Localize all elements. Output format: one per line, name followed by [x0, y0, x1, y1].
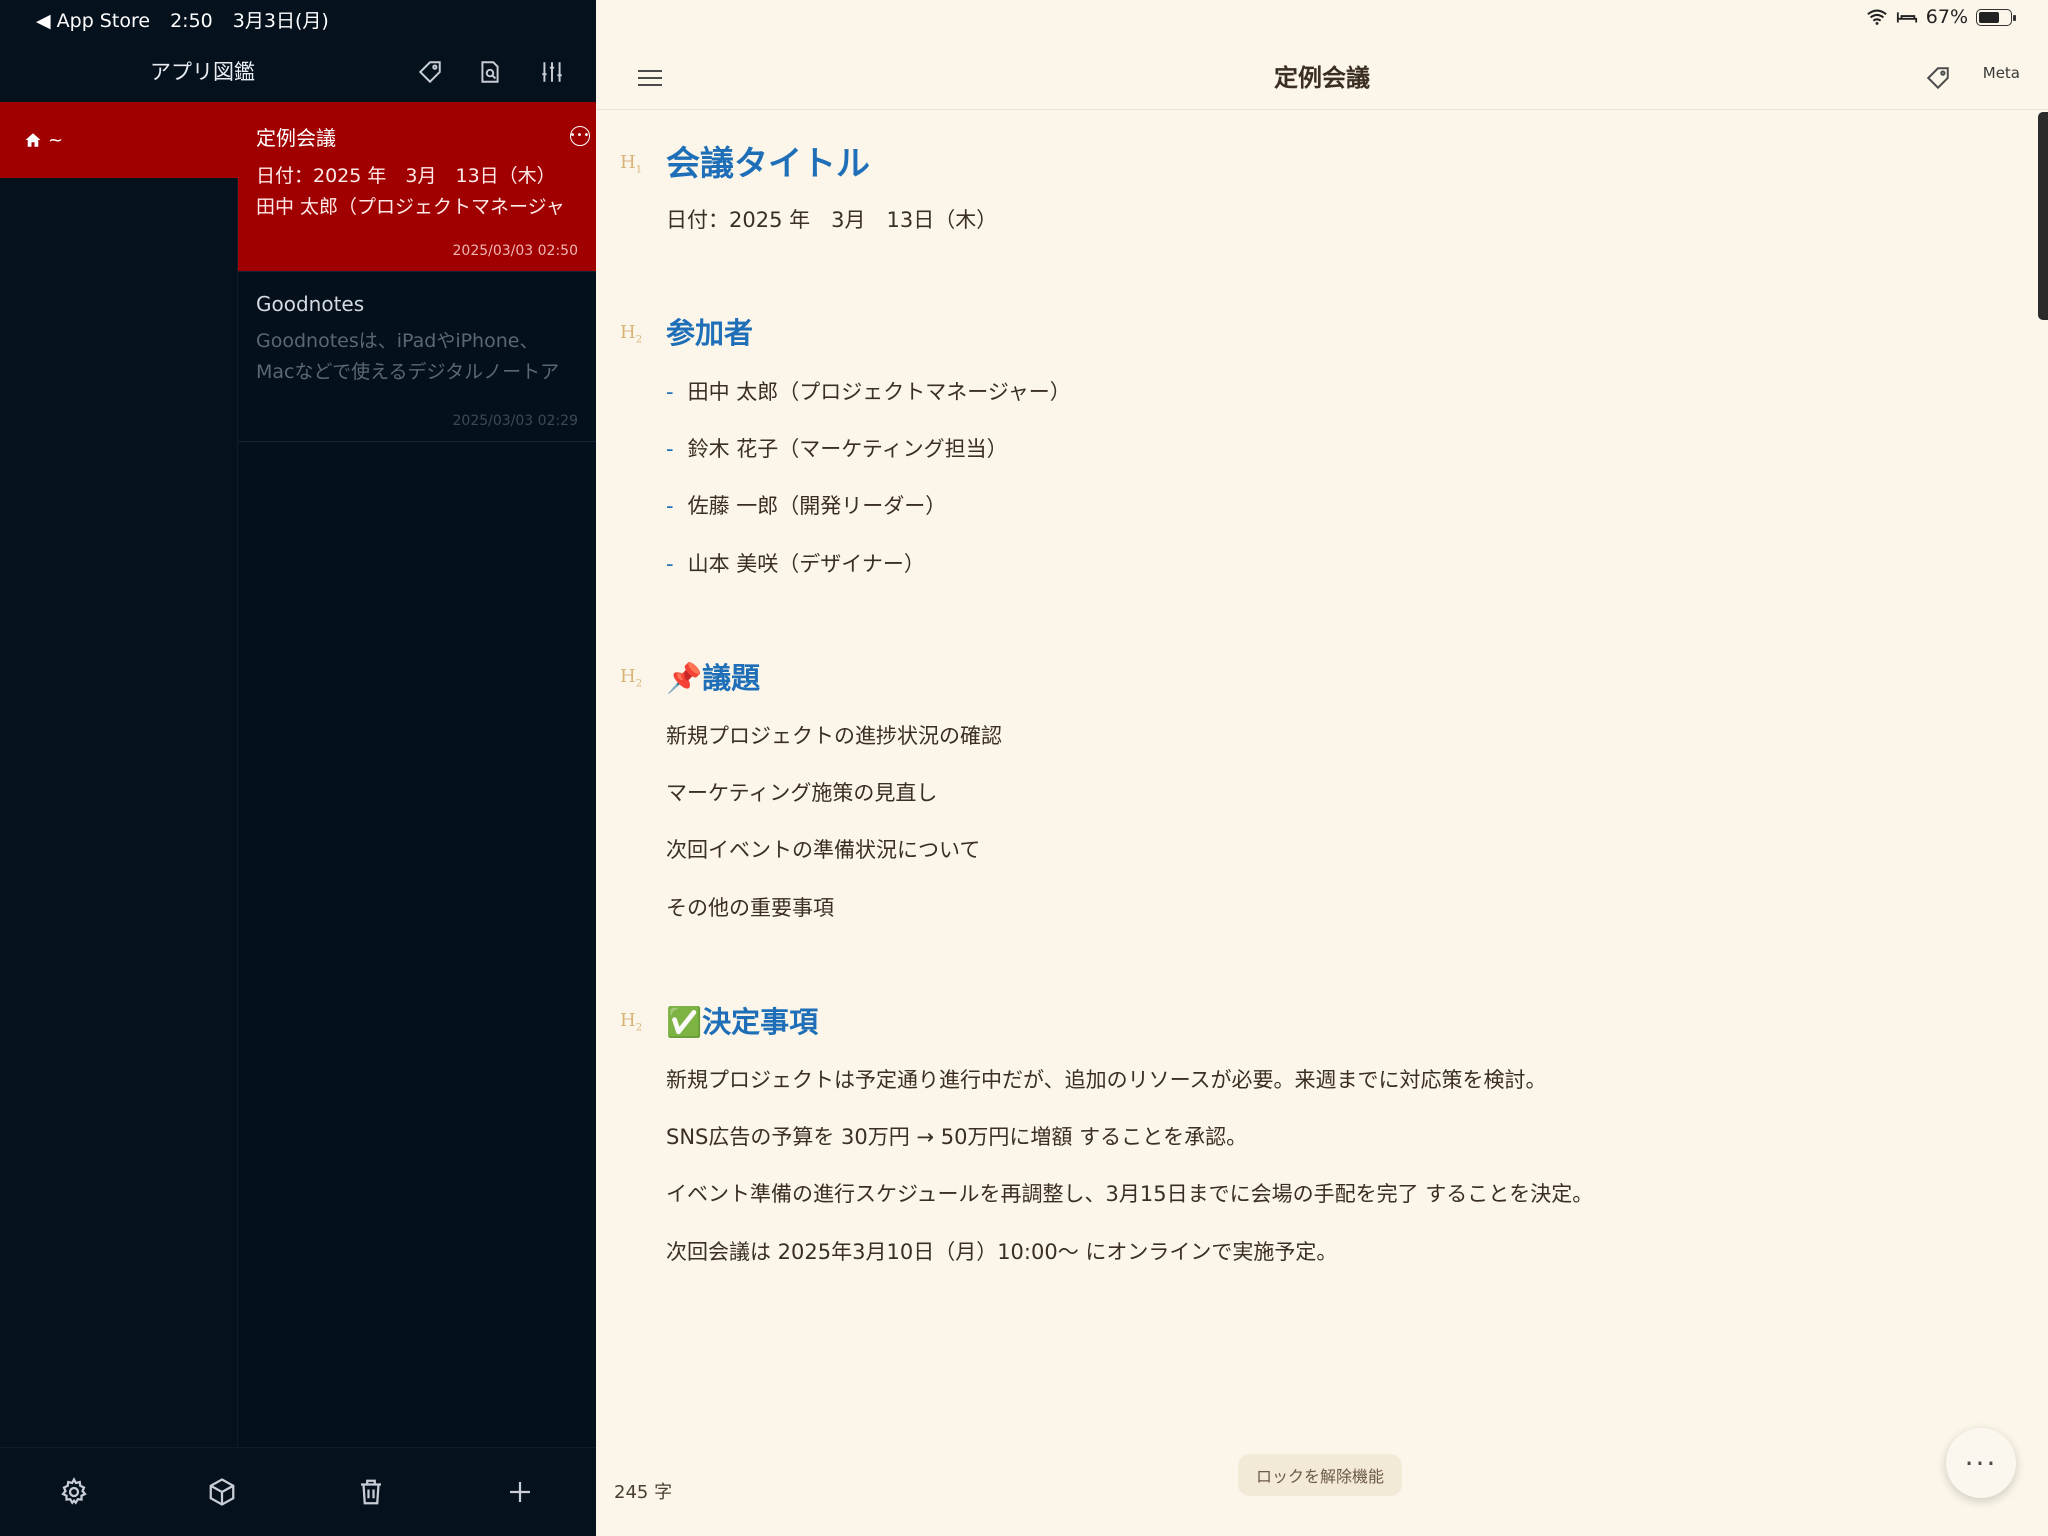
decision-item: 新規プロジェクトは予定通り進行中だが、追加のリソースが必要。来週までに対応策を検…: [666, 1068, 1547, 1092]
date-line: 日付：2025 年 3月 13日（木）: [666, 208, 998, 232]
meta-button[interactable]: Meta: [1983, 64, 2020, 82]
list-item: - 田中 太郎（プロジェクトマネージャー）: [666, 380, 1071, 404]
note-item-goodnotes[interactable]: Goodnotes Goodnotesは、iPadやiPhone、 Macなどで…: [238, 272, 596, 442]
scrollbar[interactable]: [2038, 112, 2048, 320]
tag-icon[interactable]: [414, 56, 446, 88]
list-item: - 鈴木 花子（マーケティング担当）: [666, 437, 1008, 461]
sidebar: ◀ App Store 2:50 3月3日(月) アプリ図鑑 ~ 定例会議 ••…: [0, 0, 596, 1536]
editor-pane: 67% 定例会議 Meta H1 会議タイトル 日付：2025 年 3月 13日…: [596, 0, 2048, 1536]
unlock-feature-button[interactable]: ロックを解除機能: [1238, 1454, 1402, 1496]
note-list: 定例会議 ••• 日付：2025 年 3月 13日（木） 田中 太郎（プロジェク…: [238, 102, 596, 1447]
sidebar-header: アプリ図鑑: [0, 48, 596, 102]
status-bar-right: 67%: [1866, 6, 2016, 28]
status-time: 2:50: [170, 10, 213, 32]
note-header-title: 定例会議: [1274, 64, 1370, 92]
box-icon[interactable]: [202, 1472, 242, 1512]
trash-icon[interactable]: [351, 1472, 391, 1512]
battery-percent: 67%: [1925, 6, 1968, 28]
note-date: 2025/03/03 02:50: [452, 243, 579, 259]
folder-label: ~: [48, 129, 64, 151]
sidebar-toolbar: [0, 1447, 596, 1536]
folder-item-home[interactable]: ~: [0, 102, 238, 178]
home-icon: [25, 133, 41, 147]
heading-participants: 参加者: [666, 316, 754, 350]
agenda-item: マーケティング施策の見直し: [666, 781, 938, 805]
heading-level-marker: H1: [620, 152, 643, 176]
agenda-item: 次回イベントの準備状況について: [666, 838, 981, 862]
folder-list: ~: [0, 102, 238, 1447]
more-actions-button[interactable]: ···: [1946, 1428, 2016, 1498]
note-preview-line: 田中 太郎（プロジェクトマネージャ: [256, 196, 565, 218]
battery-icon: [1976, 8, 2016, 26]
decision-item: 次回会議は 2025年3月10日（月）10:00〜 にオンラインで実施予定。: [666, 1240, 1338, 1264]
note-preview-line: Macなどで使えるデジタルノートア: [256, 361, 560, 383]
wifi-icon: [1866, 9, 1887, 25]
note-title: Goodnotes: [256, 292, 365, 316]
heading-meeting-title: 会議タイトル: [666, 144, 870, 184]
agenda-item: その他の重要事項: [666, 896, 834, 920]
decision-item: SNS広告の予算を 30万円 → 50万円に増額 することを承認。: [666, 1125, 1248, 1149]
bed-icon: [1896, 12, 1917, 23]
plus-icon[interactable]: [500, 1472, 540, 1512]
note-preview-line: Goodnotesは、iPadやiPhone、: [256, 330, 539, 352]
note-preview-line: 日付：2025 年 3月 13日（木）: [256, 165, 556, 187]
status-date: 3月3日(月): [232, 10, 329, 32]
character-count: 245 字: [614, 1482, 673, 1503]
gear-icon[interactable]: [54, 1472, 94, 1512]
note-title: 定例会議: [256, 126, 336, 150]
tag-icon[interactable]: [1920, 60, 1956, 96]
list-item: - 山本 美咲（デザイナー）: [666, 552, 925, 576]
sliders-icon[interactable]: [536, 56, 568, 88]
more-options-icon[interactable]: •••: [570, 126, 590, 146]
agenda-item: 新規プロジェクトの進捗状況の確認: [666, 724, 1002, 748]
editor-header: 定例会議 Meta: [596, 48, 2048, 110]
heading-decisions: ✅決定事項: [666, 1005, 819, 1039]
sidebar-title[interactable]: アプリ図鑑: [150, 56, 255, 86]
heading-level-marker: H2: [620, 666, 643, 690]
heading-level-marker: H2: [620, 1010, 643, 1034]
note-preview: 日付：2025 年 3月 13日（木） 田中 太郎（プロジェクトマネージャ: [256, 161, 578, 223]
heading-level-marker: H2: [620, 322, 643, 346]
back-to-app-store-link[interactable]: ◀ App Store: [36, 10, 150, 32]
note-item-teirei[interactable]: 定例会議 ••• 日付：2025 年 3月 13日（木） 田中 太郎（プロジェク…: [238, 102, 596, 272]
heading-agenda: 📌議題: [666, 661, 761, 695]
list-item: - 佐藤 一郎（開発リーダー）: [666, 494, 947, 518]
note-preview: Goodnotesは、iPadやiPhone、 Macなどで使えるデジタルノート…: [256, 326, 578, 388]
note-date: 2025/03/03 02:29: [452, 413, 579, 429]
status-bar-left: ◀ App Store 2:50 3月3日(月): [36, 6, 343, 33]
decision-item: イベント準備の進行スケジュールを再調整し、3月15日までに会場の手配を完了 する…: [666, 1182, 1594, 1206]
search-document-icon[interactable]: [474, 56, 506, 88]
